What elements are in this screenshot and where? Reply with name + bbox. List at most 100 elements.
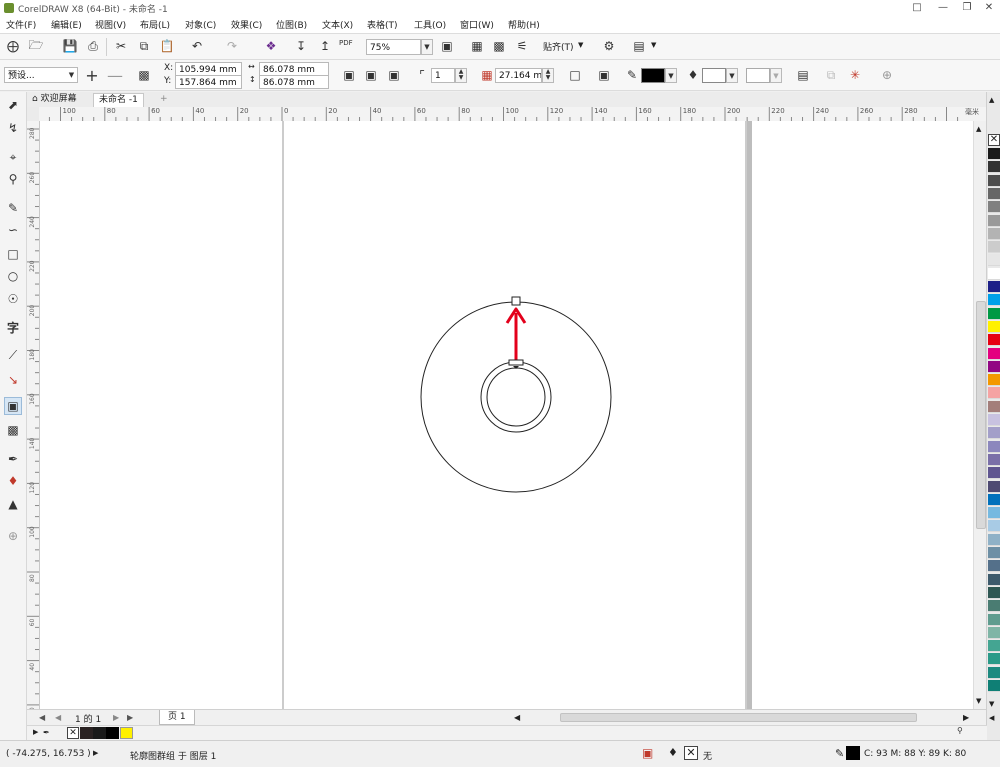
menu-help[interactable]: 帮助(H) (508, 18, 540, 31)
gradient-end-swatch[interactable] (746, 68, 770, 83)
acceleration-icon[interactable]: ▤ (794, 66, 812, 84)
text-tool-icon[interactable]: 字 (4, 318, 22, 336)
tab-active-document[interactable]: 未命名 -1 (93, 93, 144, 107)
offset-spinner[interactable]: ▲ ▼ (542, 68, 554, 83)
palette-swatch[interactable] (988, 453, 1000, 466)
object-origin-icon[interactable]: ▩ (135, 66, 153, 84)
palette-scroll-down[interactable]: ▼ (989, 700, 994, 708)
open-folder-icon[interactable]: 🗁 (27, 37, 45, 55)
last-page-icon[interactable]: ▶ (127, 713, 133, 722)
palette-swatch[interactable] (988, 440, 1000, 453)
scroll-down-arrow[interactable]: ▼ (976, 697, 981, 705)
outline-color-swatch[interactable] (641, 68, 665, 83)
connector-tool-icon[interactable]: ↘ (4, 371, 22, 389)
crop-tool-icon[interactable]: ⌖ (4, 148, 22, 166)
add-toolbar-item-icon[interactable]: ⊕ (878, 66, 896, 84)
preset-select[interactable]: 预设... (4, 67, 68, 83)
outline-color-dropdown[interactable]: ▼ (665, 68, 677, 83)
scroll-up-arrow[interactable]: ▲ (976, 125, 981, 133)
palette-swatch[interactable] (988, 480, 1000, 493)
palette-swatch[interactable] (988, 201, 1000, 214)
height-field[interactable]: 86.078 mm (259, 75, 329, 89)
steps-spinner[interactable]: ▲ ▼ (455, 68, 467, 83)
palette-swatch[interactable] (988, 613, 1000, 626)
copy-contour-icon[interactable]: ⧉ (822, 66, 840, 84)
inside-contour-icon[interactable]: ▣ (362, 66, 380, 84)
palette-swatch[interactable] (988, 520, 1000, 533)
palette-swatch[interactable] (988, 626, 1000, 639)
palette-swatch[interactable] (988, 640, 1000, 653)
menu-text[interactable]: 文本(X) (322, 18, 353, 31)
no-color-swatch[interactable]: ✕ (988, 134, 1000, 146)
add-preset-icon[interactable]: + (83, 66, 101, 85)
smart-fill-icon[interactable]: ▲ (4, 495, 22, 513)
inner-circle[interactable] (486, 367, 546, 427)
publish-pdf-icon[interactable]: PDF (339, 39, 353, 47)
palette-swatch[interactable] (988, 320, 1000, 333)
prev-page-icon[interactable]: ◀ (55, 713, 61, 722)
menu-effects[interactable]: 效果(C) (231, 18, 262, 31)
palette-swatch[interactable] (988, 573, 1000, 586)
palette-swatch[interactable] (988, 387, 1000, 400)
palette-swatch[interactable] (988, 427, 1000, 440)
drawing-canvas[interactable] (40, 121, 973, 709)
inner-contour-ring[interactable] (480, 361, 552, 433)
contour-corners-icon[interactable]: □ (566, 66, 584, 84)
x-position-field[interactable]: 105.994 mm (175, 62, 242, 76)
palette-swatch[interactable] (988, 281, 1000, 293)
contour-start-handle[interactable] (511, 296, 521, 306)
y-position-field[interactable]: 157.864 mm (175, 75, 242, 89)
menu-file[interactable]: 文件(F) (6, 18, 36, 31)
artistic-media-icon[interactable]: ∽ (4, 221, 22, 239)
palette-swatch[interactable] (988, 187, 1000, 200)
menu-object[interactable]: 对象(C) (185, 18, 216, 31)
ellipse-tool-icon[interactable]: ○ (4, 267, 22, 285)
cut-icon[interactable]: ✂ (112, 37, 130, 55)
zoom-tool-icon[interactable]: ⚲ (4, 170, 22, 188)
doc-swatch-3[interactable] (106, 727, 119, 739)
scroll-left-arrow[interactable]: ◀ (514, 713, 520, 722)
palette-swatch[interactable] (988, 374, 1000, 387)
palette-scroll-up[interactable]: ▲ (989, 96, 994, 104)
snap-dropdown-arrow[interactable]: ▼ (578, 41, 583, 49)
menu-view[interactable]: 视图(V) (95, 18, 126, 31)
contour-offset-slider[interactable] (508, 359, 524, 366)
fill-none-swatch[interactable]: ✕ (684, 746, 698, 760)
restore-button[interactable]: ❐ (956, 0, 978, 16)
new-document-icon[interactable]: ⨁ (4, 37, 22, 55)
show-rulers-icon[interactable]: ▦ (468, 37, 486, 55)
menu-tools[interactable]: 工具(O) (414, 18, 446, 31)
palette-swatch[interactable] (988, 414, 1000, 426)
palette-swatch[interactable] (988, 307, 1000, 320)
vertical-scroll-thumb[interactable] (976, 301, 986, 529)
palette-swatch[interactable] (988, 493, 1000, 506)
print-icon[interactable]: ⎙ (84, 37, 102, 55)
redo-icon[interactable]: ↷ (223, 37, 241, 55)
contour-offset-field[interactable]: 27.164 mm (495, 68, 542, 83)
palette-swatch[interactable] (988, 148, 1000, 160)
next-page-icon[interactable]: ▶ (113, 713, 119, 722)
application-launcher-icon[interactable]: ▤ (630, 37, 648, 55)
menu-table[interactable]: 表格(T) (367, 18, 398, 31)
fill-status-icon[interactable]: ♦ (668, 746, 678, 759)
export-icon[interactable]: ↥ (316, 37, 334, 55)
undo-icon[interactable]: ↶ (188, 37, 206, 55)
eyedropper-tool-icon[interactable]: ✒ (4, 450, 22, 468)
contour-steps-field[interactable]: 1 (431, 68, 455, 83)
zoom-navigator-icon[interactable]: ⚲ (957, 726, 963, 735)
palette-swatch[interactable] (988, 600, 1000, 613)
new-tab-icon[interactable]: + (155, 93, 173, 106)
menu-window[interactable]: 窗口(W) (460, 18, 494, 31)
search-content-icon[interactable]: ❖ (262, 37, 280, 55)
palette-swatch[interactable] (988, 653, 1000, 666)
first-page-icon[interactable]: ◀ (39, 713, 45, 722)
palette-swatch[interactable] (988, 161, 1000, 174)
palette-swatch[interactable] (988, 174, 1000, 187)
fill-color-swatch[interactable] (702, 68, 726, 83)
zoom-dropdown-arrow[interactable]: ▼ (421, 39, 433, 55)
tab-welcome[interactable]: ⌂ 欢迎屏幕 (27, 93, 82, 106)
menu-bitmaps[interactable]: 位图(B) (276, 18, 307, 31)
menu-layout[interactable]: 布局(L) (140, 18, 170, 31)
palette-swatch[interactable] (988, 586, 1000, 599)
palette-swatch[interactable] (988, 267, 1000, 280)
